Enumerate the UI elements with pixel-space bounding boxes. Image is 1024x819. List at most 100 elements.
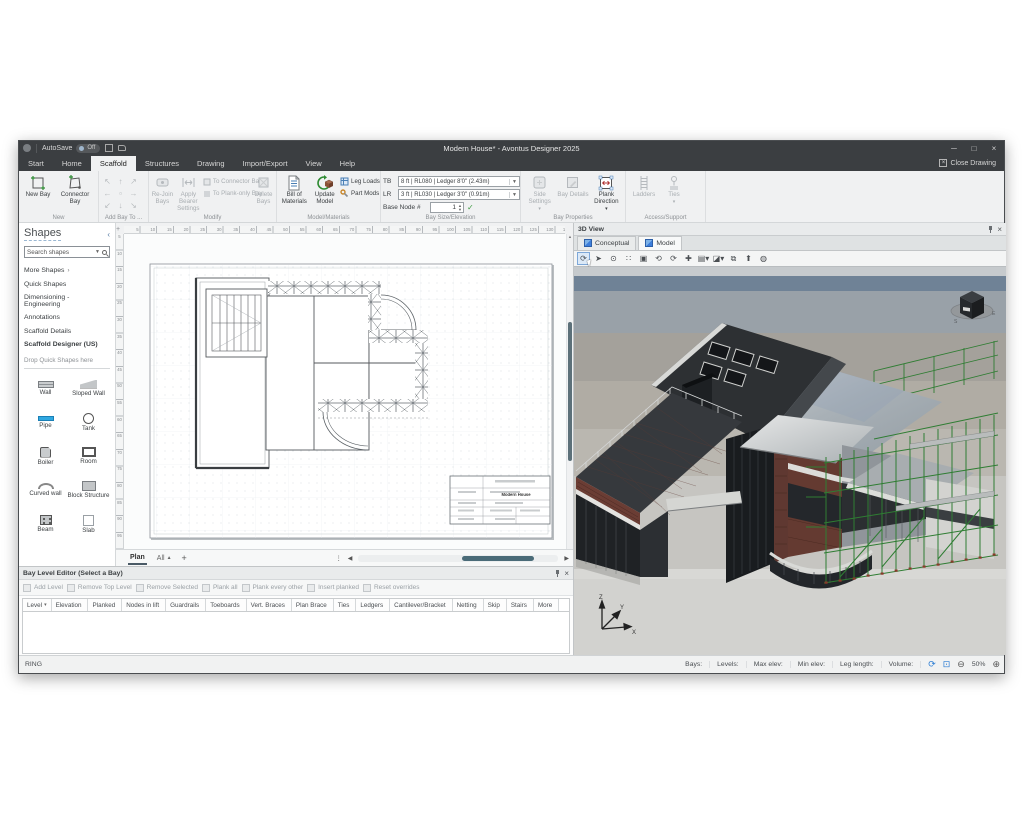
apply-check-icon[interactable]: ✓ — [467, 203, 474, 212]
tab-drawing[interactable]: Drawing — [188, 156, 234, 171]
minimize-button[interactable]: ─ — [944, 141, 964, 155]
app-logo-icon[interactable] — [23, 144, 31, 152]
lr-ledger-select[interactable]: 3 ft | RL030 | Ledger 3'0" (0.91m)▼ — [398, 189, 520, 200]
autosave-toggle[interactable]: Off — [76, 144, 100, 153]
zoom-window-icon[interactable]: ▣ — [637, 252, 650, 265]
close-button[interactable]: × — [984, 141, 1004, 155]
tab-import-export[interactable]: Import/Export — [234, 156, 297, 171]
leg-loads-button[interactable]: Leg Loads — [340, 177, 378, 186]
zoom-in-icon[interactable]: ⊕ — [992, 659, 1000, 670]
tab-scaffold[interactable]: Scaffold — [91, 156, 136, 171]
close-icon[interactable]: × — [564, 570, 569, 577]
collapse-panel-icon[interactable]: ‹ — [107, 230, 110, 239]
table-column-header[interactable]: Toeboards — [206, 599, 246, 611]
bill-of-materials-button[interactable]: Bill of Materials — [279, 173, 310, 206]
base-node-stepper[interactable]: 1 ▲▼ — [430, 202, 464, 213]
shapes-category-scaffold-designer-us[interactable]: Scaffold Designer (US) — [24, 338, 110, 351]
stepper-arrows-icon[interactable]: ▲▼ — [458, 204, 463, 212]
quick-shape-curved-wall[interactable]: Curved wall — [24, 473, 67, 507]
new-bay-button[interactable]: New Bay — [21, 173, 55, 199]
table-column-header[interactable]: Cantilever/Bracket — [390, 599, 452, 611]
table-column-header[interactable]: Vert. Braces — [247, 599, 292, 611]
update-model-button[interactable]: Update Model — [310, 173, 341, 206]
table-column-header[interactable]: Guardrails — [166, 599, 206, 611]
pan-icon[interactable]: ✚ — [682, 252, 695, 265]
zoom-level[interactable]: 50% — [972, 661, 986, 668]
sheet-tab-plan[interactable]: Plan — [128, 552, 147, 565]
quick-shape-pipe[interactable]: Pipe — [24, 405, 67, 439]
add-sheet-button[interactable]: + — [182, 553, 187, 563]
render-icon[interactable]: ◍ — [757, 252, 770, 265]
zoom-out-icon[interactable]: ⊖ — [957, 659, 965, 670]
quick-shape-room[interactable]: Room — [67, 439, 110, 473]
quick-shape-beam[interactable]: Beam — [24, 507, 67, 541]
table-column-header[interactable]: Elevation — [52, 599, 89, 611]
table-column-header[interactable]: Ledgers — [356, 599, 390, 611]
table-column-header[interactable]: Plan Brace — [292, 599, 334, 611]
tb-ledger-select[interactable]: 8 ft | RL080 | Ledger 8'0" (2.43m)▼ — [398, 176, 520, 187]
tab-structures[interactable]: Structures — [136, 156, 188, 171]
table-column-header[interactable]: Planked — [88, 599, 122, 611]
tool-icon — [23, 584, 31, 592]
tab-view[interactable]: View — [297, 156, 331, 171]
overflow-menu-icon[interactable]: ⋮ — [336, 555, 342, 562]
close-icon[interactable]: × — [997, 226, 1002, 233]
part-mods-button[interactable]: Part Mods — [340, 189, 378, 198]
open-folder-icon[interactable] — [118, 145, 126, 151]
shapes-category-annotations[interactable]: Annotations — [24, 311, 110, 324]
free-orbit-icon[interactable]: ⟳ — [667, 252, 680, 265]
table-column-header[interactable]: Level▾ — [23, 599, 52, 611]
table-column-header[interactable]: Skip — [484, 599, 507, 611]
shapes-category-more-shapes[interactable]: More Shapes› — [24, 264, 110, 277]
pin-icon[interactable] — [989, 226, 992, 233]
vertical-scrollbar[interactable]: ▲ — [566, 234, 573, 549]
scroll-left-icon[interactable]: ◀ — [348, 555, 353, 562]
table-column-header[interactable]: Stairs — [507, 599, 534, 611]
refresh-icon[interactable]: ⟳ — [928, 659, 936, 670]
quick-shape-boiler[interactable]: Boiler — [24, 439, 67, 473]
shapes-category-quick-shapes[interactable]: Quick Shapes — [24, 277, 110, 290]
zoom-extents-icon[interactable]: ∷ — [622, 252, 635, 265]
view3d-viewport[interactable]: S E Z Y X — [574, 267, 1006, 655]
zoom-icon[interactable]: ⊙ — [607, 252, 620, 265]
plan-view[interactable]: Modern House ▲ — [124, 234, 573, 549]
search-input[interactable]: Search shapes ▼ — [24, 246, 110, 258]
view3d-tab-model[interactable]: Model — [638, 236, 682, 250]
export-icon[interactable]: ⬆ — [742, 252, 755, 265]
table-column-header[interactable]: Nodes in lift — [122, 599, 166, 611]
table-column-header[interactable]: Ties — [334, 599, 357, 611]
chevron-down-icon[interactable]: ▼ — [95, 249, 100, 255]
visual-style-icon[interactable]: ◪▾ — [712, 252, 725, 265]
shapes-category-dimensioning[interactable]: Dimensioning - Engineering — [24, 291, 110, 311]
fit-view-icon[interactable]: ⊡ — [943, 659, 951, 670]
orbit-icon[interactable]: ⟲ — [652, 252, 665, 265]
scrollbar-thumb[interactable] — [568, 322, 572, 461]
scroll-right-icon[interactable]: ▶ — [564, 555, 569, 562]
layer-filter-dropdown[interactable]: All▲ — [157, 555, 172, 562]
refresh-view-icon[interactable]: ⟳ — [577, 252, 590, 265]
close-drawing-button[interactable]: × Close Drawing — [935, 157, 1000, 169]
tab-help[interactable]: Help — [331, 156, 364, 171]
select-icon[interactable]: ➤ — [592, 252, 605, 265]
base-node-label: Base Node # — [383, 204, 427, 211]
connector-bay-button[interactable]: Connector Bay — [55, 173, 95, 206]
quick-shape-tank[interactable]: Tank — [67, 405, 110, 439]
save-icon[interactable] — [105, 144, 113, 152]
horizontal-scrollbar[interactable] — [358, 555, 558, 562]
tab-home[interactable]: Home — [53, 156, 91, 171]
view-cube-icon[interactable]: ▤▾ — [697, 252, 710, 265]
scrollbar-thumb[interactable] — [462, 556, 534, 561]
quick-shape-block-structure[interactable]: Block Structure — [67, 473, 110, 507]
table-column-header[interactable]: Netting — [453, 599, 484, 611]
view3d-tab-conceptual[interactable]: Conceptual — [577, 236, 636, 250]
pin-icon[interactable] — [556, 570, 559, 577]
maximize-button[interactable]: □ — [964, 141, 984, 155]
quick-shape-wall[interactable]: Wall — [24, 371, 67, 405]
shapes-category-scaffold-details[interactable]: Scaffold Details — [24, 325, 110, 338]
quick-shape-slab[interactable]: Slab — [67, 507, 110, 541]
table-column-header[interactable]: More — [534, 599, 559, 611]
quick-shape-sloped-wall[interactable]: Sloped Wall — [67, 371, 110, 405]
plank-direction-button[interactable]: Plank Direction▾ — [590, 173, 623, 212]
tab-start[interactable]: Start — [19, 156, 53, 171]
copy-icon[interactable]: ⧉ — [727, 252, 740, 265]
